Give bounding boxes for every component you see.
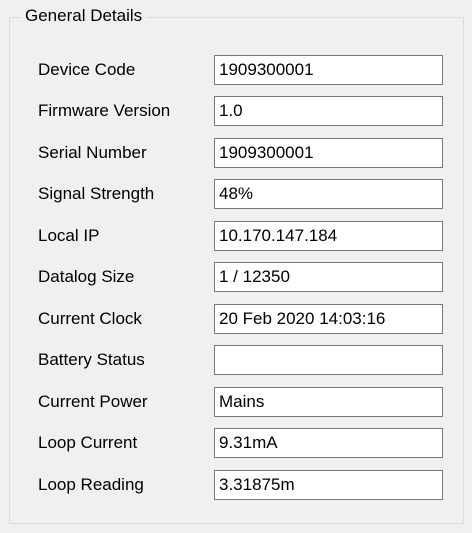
loop-current-field[interactable] [214, 428, 443, 458]
loop-reading-field[interactable] [214, 470, 443, 500]
local-ip-label: Local IP [38, 226, 100, 245]
current-power-row: Current Power [0, 387, 472, 417]
loop-current-label: Loop Current [38, 433, 138, 452]
current-clock-label: Current Clock [38, 309, 142, 328]
device-code-field[interactable] [214, 55, 443, 85]
loop-reading-label: Loop Reading [38, 475, 144, 494]
signal-strength-label: Signal Strength [38, 184, 155, 203]
firmware-version-field[interactable] [214, 96, 443, 126]
firmware-version-row: Firmware Version [0, 96, 472, 126]
firmware-version-label: Firmware Version [38, 101, 171, 120]
current-power-field[interactable] [214, 387, 443, 417]
loop-current-row: Loop Current [0, 428, 472, 458]
datalog-size-row: Datalog Size [0, 262, 472, 292]
battery-status-field[interactable] [214, 345, 443, 375]
serial-number-label: Serial Number [38, 143, 147, 162]
datalog-size-field[interactable] [214, 262, 443, 292]
battery-status-label: Battery Status [38, 350, 145, 369]
signal-strength-field[interactable] [214, 179, 443, 209]
local-ip-field[interactable] [214, 221, 443, 251]
current-power-label: Current Power [38, 392, 148, 411]
device-code-label: Device Code [38, 60, 136, 79]
device-code-row: Device Code [0, 55, 472, 85]
groupbox-title: General Details [21, 6, 147, 26]
datalog-size-label: Datalog Size [38, 267, 135, 286]
local-ip-row: Local IP [0, 221, 472, 251]
signal-strength-row: Signal Strength [0, 179, 472, 209]
serial-number-field[interactable] [214, 138, 443, 168]
current-clock-row: Current Clock [0, 304, 472, 334]
battery-status-row: Battery Status [0, 345, 472, 375]
current-clock-field[interactable] [214, 304, 443, 334]
serial-number-row: Serial Number [0, 138, 472, 168]
loop-reading-row: Loop Reading [0, 470, 472, 500]
